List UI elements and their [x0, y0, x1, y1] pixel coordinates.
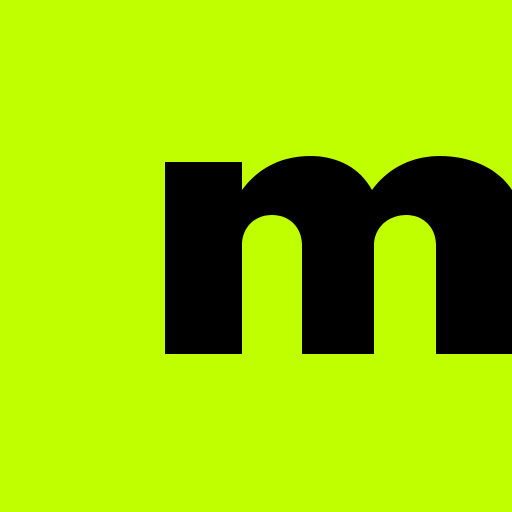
letter-m-glyph	[165, 156, 512, 354]
app-icon-canvas	[0, 0, 512, 512]
brand-letter-m-logo-icon	[0, 0, 512, 512]
icon-background	[0, 0, 512, 512]
